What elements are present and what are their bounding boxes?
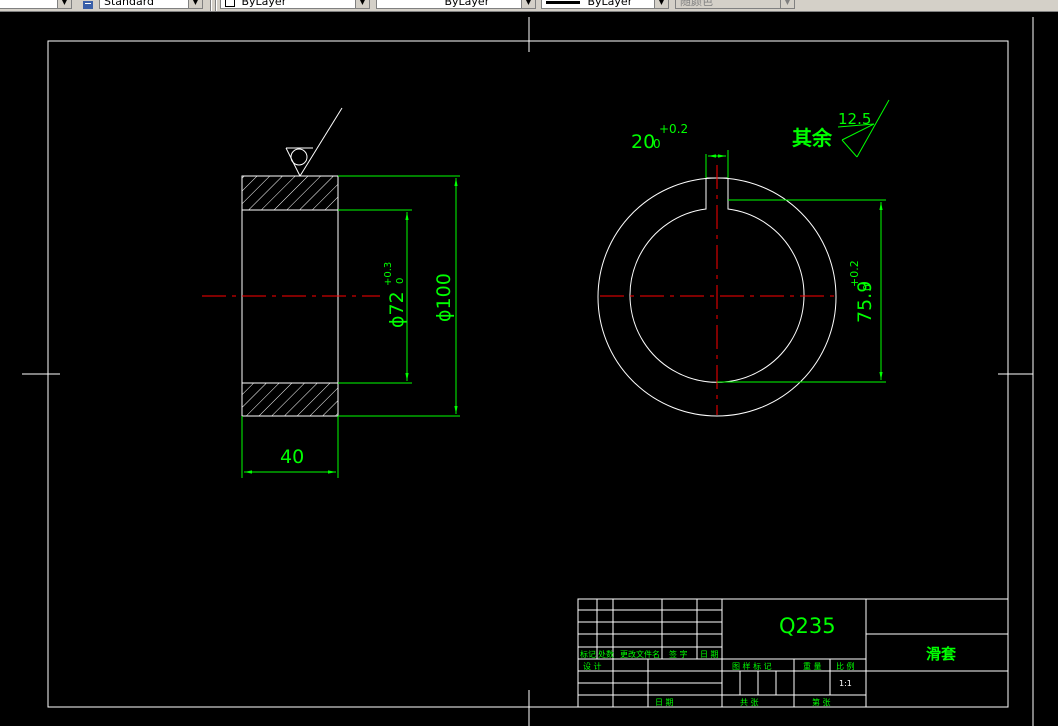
svg-text:0: 0 (861, 284, 874, 291)
dim-depth-text: 75.9 +0.2 0 (848, 260, 876, 323)
chevron-down-icon: ▼ (188, 0, 202, 8)
extension-lines (241, 175, 460, 478)
text-style-value: Standard (104, 0, 155, 8)
svg-text:ϕ72: ϕ72 (386, 291, 408, 328)
hatch-bottom (241, 382, 339, 417)
tb-label: 处数 (598, 649, 614, 659)
scale-text: 1:1 (839, 679, 852, 688)
part-name-text: 滑套 (926, 645, 957, 663)
plotstyle-combo[interactable]: 随颜色 ▼ (675, 0, 795, 9)
hatch-top (241, 175, 339, 211)
tb-label: 重 量 (803, 661, 822, 671)
text-style-icon[interactable] (82, 0, 94, 9)
chevron-down-icon: ▼ (780, 0, 794, 8)
layer-value: ByLayer (241, 0, 287, 8)
right-end-view: 20 +0.2 0 75.9 +0.2 0 其余 12.5 (597, 99, 890, 417)
tb-label: 更改文件名 (620, 649, 660, 659)
toolbar-combo-left[interactable]: ▼ (0, 0, 72, 9)
toolbar-separator (210, 0, 212, 11)
linetype-value: ByLayer (444, 0, 490, 8)
text-style-combo[interactable]: Standard ▼ (99, 0, 203, 9)
tb-label: 共 张 (740, 698, 759, 707)
title-block-text: Q235 滑套 标记 处数 更改文件名 签 字 日 期 设 计 图 样 标 记 … (580, 614, 957, 707)
svg-text:0: 0 (653, 137, 661, 151)
chevron-down-icon: ▼ (521, 0, 535, 8)
drawing-canvas[interactable]: ϕ72 +0.3 0 ϕ100 40 20 +0.2 0 75.9 +0.2 0 (0, 12, 1058, 726)
chevron-down-icon: ▼ (57, 0, 71, 8)
dim-keyway-text: 20 +0.2 0 (631, 122, 688, 153)
tb-label: 比 例 (836, 661, 855, 671)
properties-toolbar: ▼ Standard ▼ ByLayer ▼ ByLayer ▼ ByLayer… (0, 0, 1058, 12)
tb-label: 标记 (580, 649, 596, 659)
plotstyle-value: 随颜色 (680, 0, 713, 8)
svg-text:20: 20 (631, 131, 655, 153)
svg-text:+0.2: +0.2 (659, 122, 688, 136)
lineweight-sample-icon (546, 0, 580, 4)
lineweight-combo[interactable]: ByLayer ▼ (541, 0, 669, 9)
linetype-combo[interactable]: ByLayer ▼ (376, 0, 536, 9)
tb-label: 设 计 (583, 661, 602, 671)
left-section-view: ϕ72 +0.3 0 ϕ100 40 (202, 107, 460, 478)
dim-width-text: 40 (280, 446, 304, 468)
general-roughness-note: 其余 12.5 (792, 99, 890, 158)
color-swatch-icon (225, 0, 235, 7)
svg-text:+0.2: +0.2 (848, 260, 861, 287)
tb-label: 图 样 标 记 (732, 661, 772, 671)
lineweight-value: ByLayer (587, 0, 633, 8)
svg-text:+0.3: +0.3 (383, 262, 394, 286)
tb-label: 签 字 (669, 649, 688, 659)
dim-inner-text: ϕ72 +0.3 0 (383, 262, 408, 328)
roughness-label: 其余 (792, 126, 833, 150)
tb-label: 第 张 (812, 697, 831, 707)
chevron-down-icon: ▼ (355, 0, 369, 8)
material-text: Q235 (779, 614, 836, 638)
roughness-symbol (837, 99, 890, 158)
toolbar-separator (215, 0, 217, 11)
chevron-down-icon: ▼ (654, 0, 668, 8)
roughness-value: 12.5 (838, 110, 871, 128)
roughness-symbol (285, 107, 343, 177)
tb-label: 日 期 (655, 698, 674, 707)
layer-combo[interactable]: ByLayer ▼ (220, 0, 370, 9)
tb-label: 日 期 (700, 650, 719, 659)
svg-text:0: 0 (395, 278, 406, 284)
dim-outer-text: ϕ100 (433, 273, 455, 322)
